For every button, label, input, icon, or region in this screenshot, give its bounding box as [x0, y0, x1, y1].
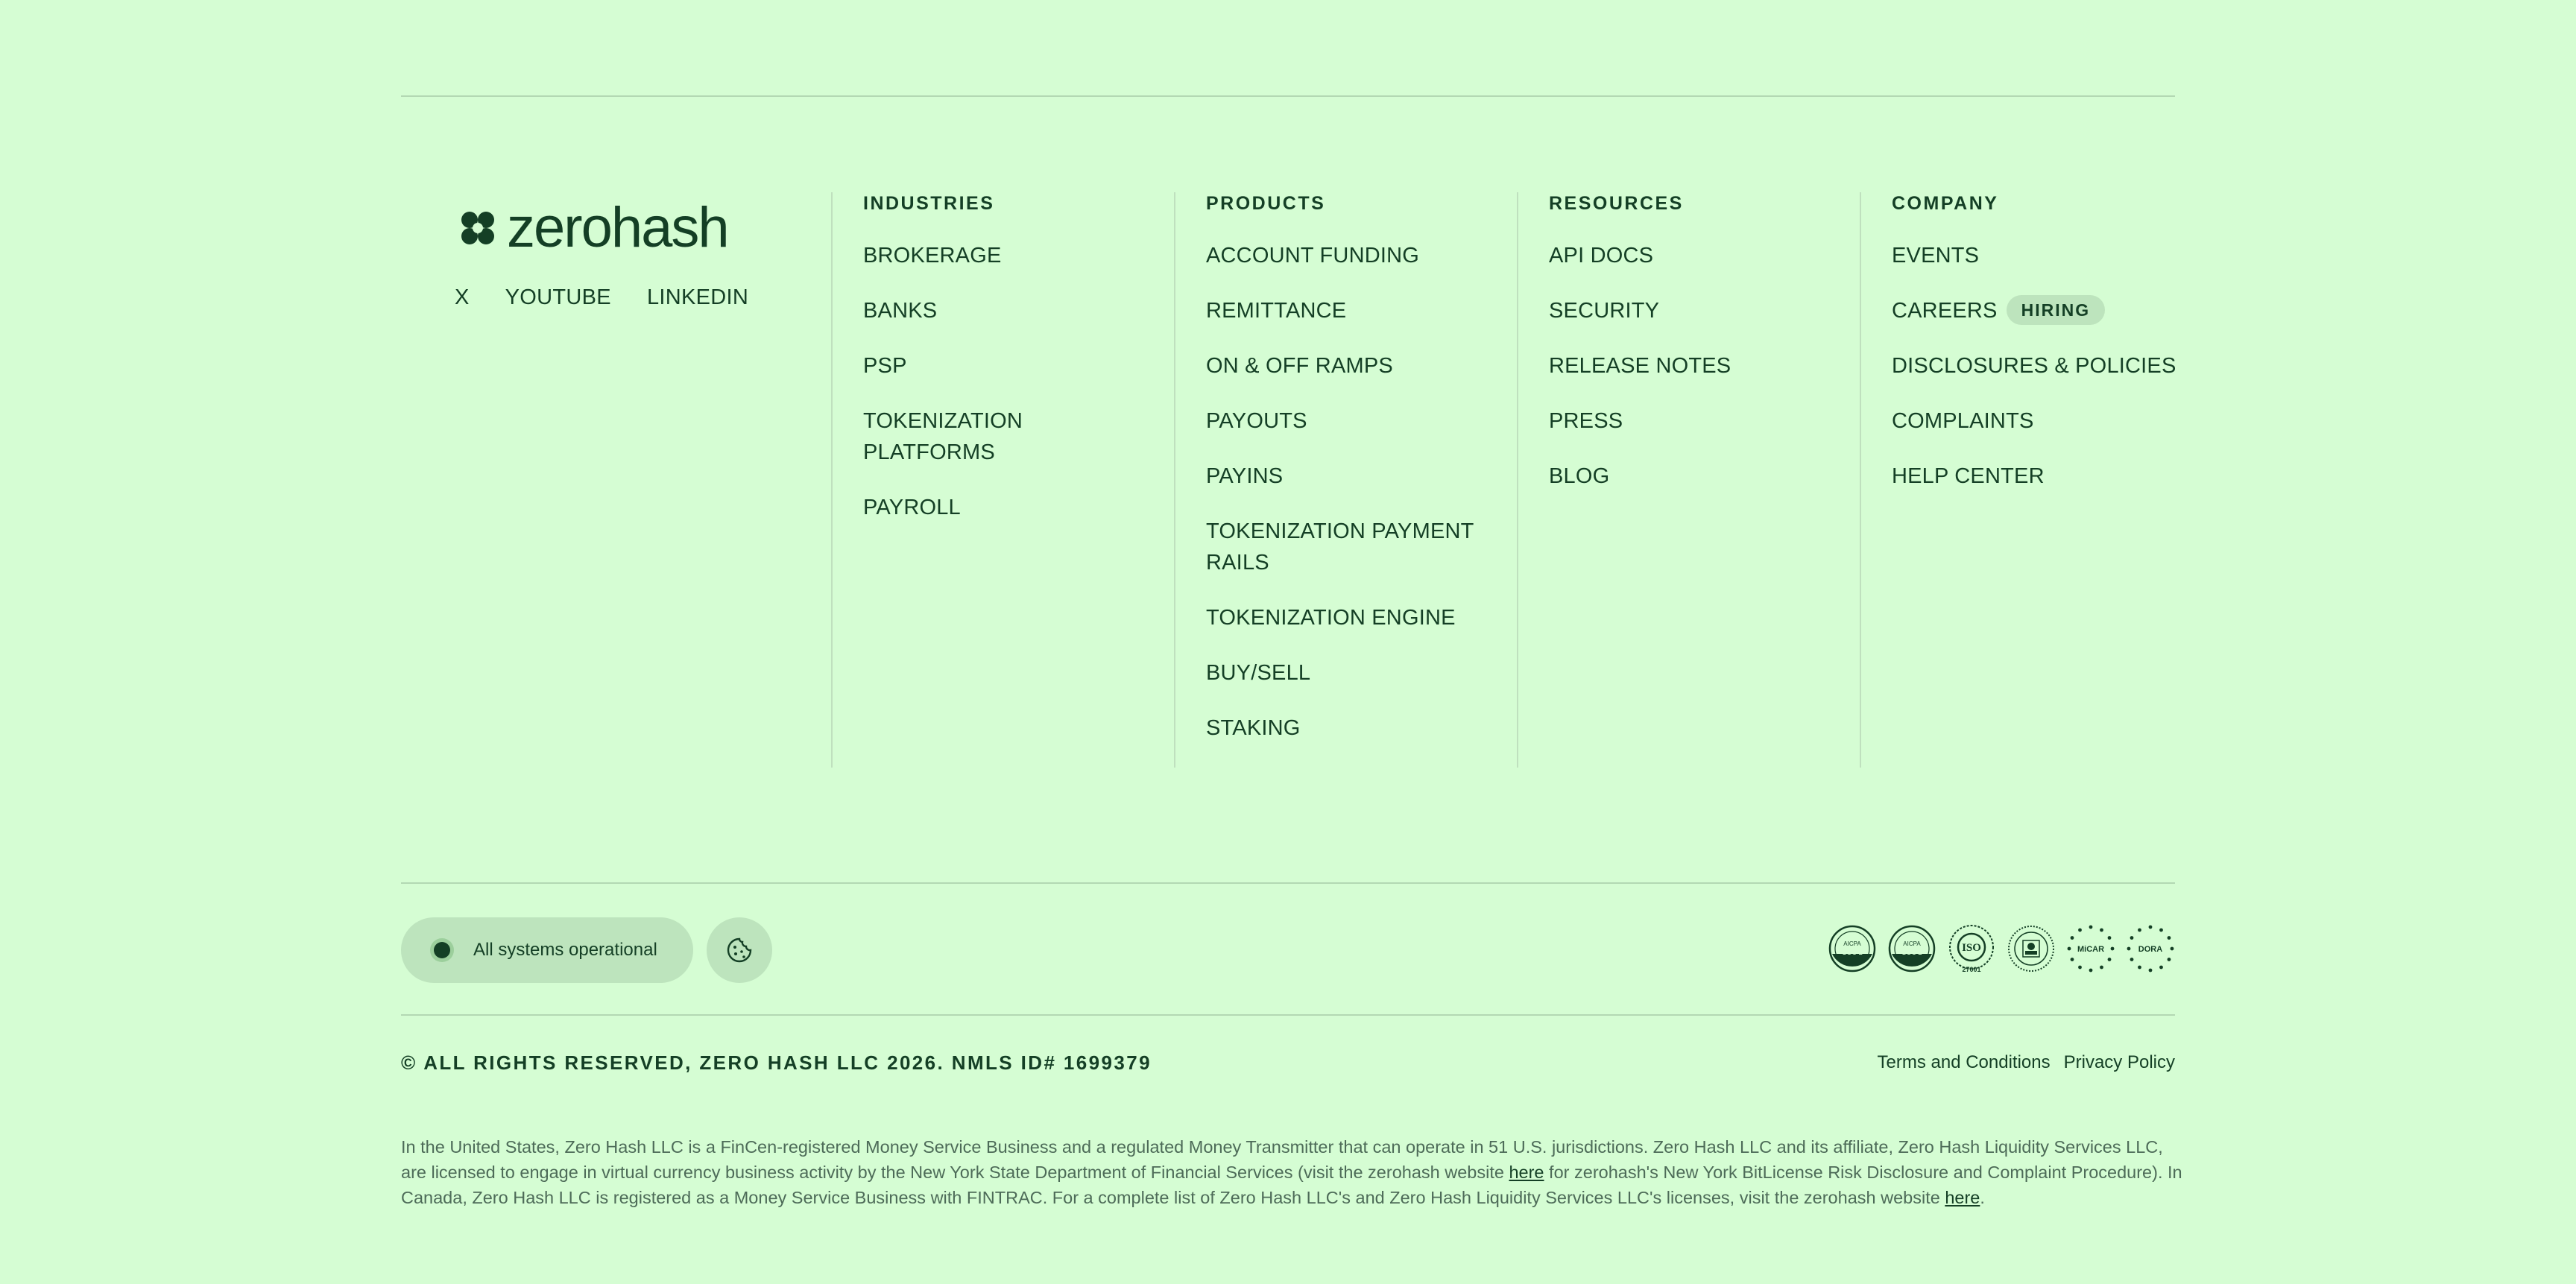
- footer-link: PAYINS: [1206, 461, 1504, 492]
- footer-link: PRESS: [1549, 405, 1847, 437]
- footer-link: REMITTANCE: [1206, 295, 1504, 326]
- industries-column: INDUSTRIES BROKERAGE BANKS PSP TOKENIZAT…: [831, 192, 1174, 768]
- footer-link: STAKING: [1206, 712, 1504, 744]
- middle-divider: [401, 882, 2175, 884]
- footer-link: API DOCS: [1549, 240, 1847, 271]
- footer-link: PAYROLL: [863, 492, 1161, 523]
- footer-link: TOKENIZATION PAYMENT RAILS: [1206, 516, 1489, 578]
- svg-text:MiCAR: MiCAR: [2077, 945, 2104, 954]
- company-events-link[interactable]: EVENTS: [1892, 244, 1979, 268]
- social-youtube-link[interactable]: YOUTUBE: [505, 285, 611, 310]
- footer-link: TOKENIZATION PLATFORMS: [863, 405, 1042, 468]
- footer-link: BANKS: [863, 295, 1161, 326]
- legal-links: Terms and Conditions Privacy Policy: [1878, 1052, 2176, 1073]
- brand-name: zerohash: [507, 196, 730, 259]
- nys-seal-icon: [2007, 923, 2056, 975]
- industries-banks-link[interactable]: BANKS: [863, 299, 937, 323]
- hiring-badge: HIRING: [2006, 295, 2106, 325]
- svg-text:27001: 27001: [1962, 966, 1980, 973]
- social-links: X YOUTUBE LINKEDIN: [455, 285, 748, 310]
- column-heading: PRODUCTS: [1206, 193, 1326, 214]
- footer-link: PSP: [863, 350, 1161, 382]
- footer-link: EVENTS: [1892, 240, 2190, 271]
- status-label: All systems operational: [473, 940, 657, 960]
- industries-tokenization-platforms-link[interactable]: TOKENIZATION PLATFORMS: [863, 409, 1023, 464]
- soc1-badge-icon: AICPA SOC 1: [1828, 923, 1877, 975]
- products-tokenization-engine-link[interactable]: TOKENIZATION ENGINE: [1206, 606, 1456, 630]
- footer-link: RELEASE NOTES: [1549, 350, 1847, 382]
- company-complaints-link[interactable]: COMPLAINTS: [1892, 409, 2034, 433]
- footer-link: ON & OFF RAMPS: [1206, 350, 1504, 382]
- resources-release-notes-link[interactable]: RELEASE NOTES: [1549, 354, 1731, 378]
- social-x-link[interactable]: X: [455, 285, 470, 310]
- licenses-link[interactable]: here: [1945, 1188, 1980, 1207]
- footer-link: DISCLOSURES & POLICIES: [1892, 350, 2203, 382]
- bottom-divider: [401, 1014, 2175, 1016]
- svg-text:DORA: DORA: [2138, 945, 2162, 954]
- svg-text:SOC 1: SOC 1: [1842, 949, 1862, 956]
- company-careers-link[interactable]: CAREERS: [1892, 299, 1998, 323]
- cookie-settings-button[interactable]: [707, 917, 772, 983]
- system-status-button[interactable]: All systems operational: [401, 917, 693, 983]
- footer-link: SECURITY: [1549, 295, 1847, 326]
- company-help-center-link[interactable]: HELP CENTER: [1892, 464, 2045, 488]
- terms-link[interactable]: Terms and Conditions: [1878, 1052, 2051, 1073]
- privacy-link[interactable]: Privacy Policy: [2064, 1052, 2175, 1073]
- products-remittance-link[interactable]: REMITTANCE: [1206, 299, 1346, 323]
- footer-link: PAYOUTS: [1206, 405, 1504, 437]
- brand-logo[interactable]: zerohash: [459, 196, 730, 259]
- company-column: COMPANY EVENTS CAREERS HIRING DISCLOSURES…: [1860, 192, 2203, 768]
- column-heading: INDUSTRIES: [863, 193, 995, 214]
- products-payins-link[interactable]: PAYINS: [1206, 464, 1283, 488]
- company-disclosures-link[interactable]: DISCLOSURES & POLICIES: [1892, 354, 2176, 378]
- iso-27001-badge-icon: ISO 27001: [1947, 923, 1996, 975]
- soc2-badge-icon: AICPA SOC 2: [1887, 923, 1936, 975]
- resources-column: RESOURCES API DOCS SECURITY RELEASE NOTE…: [1517, 192, 1860, 768]
- column-heading: COMPANY: [1892, 193, 1999, 214]
- dora-badge-icon: DORA: [2126, 923, 2175, 975]
- svg-text:AICPA: AICPA: [1843, 940, 1861, 947]
- certification-badges: AICPA SOC 1 AICPA SOC 2 ISO 27001 MiCAR …: [1828, 923, 2175, 975]
- resources-api-docs-link[interactable]: API DOCS: [1549, 244, 1653, 268]
- zerohash-logo-icon: [461, 212, 494, 244]
- industries-brokerage-link[interactable]: BROKERAGE: [863, 244, 1002, 268]
- regulatory-disclaimer: In the United States, Zero Hash LLC is a…: [401, 1134, 2182, 1210]
- products-column: PRODUCTS ACCOUNT FUNDING REMITTANCE ON &…: [1174, 192, 1517, 768]
- resources-security-link[interactable]: SECURITY: [1549, 299, 1659, 323]
- industries-psp-link[interactable]: PSP: [863, 354, 907, 378]
- footer-link: ACCOUNT FUNDING: [1206, 240, 1504, 271]
- footer-link: COMPLAINTS: [1892, 405, 2190, 437]
- bitlicense-disclosure-link[interactable]: here: [1509, 1163, 1544, 1182]
- status-indicator-icon: [434, 942, 450, 958]
- footer-link: TOKENIZATION ENGINE: [1206, 602, 1504, 633]
- svg-text:SOC 2: SOC 2: [1901, 949, 1922, 956]
- footer-link: BLOG: [1549, 461, 1847, 492]
- products-payouts-link[interactable]: PAYOUTS: [1206, 409, 1307, 433]
- social-linkedin-link[interactable]: LINKEDIN: [647, 285, 748, 310]
- column-heading: RESOURCES: [1549, 193, 1684, 214]
- footer-link: BUY/SELL: [1206, 657, 1504, 689]
- micar-badge-icon: MiCAR: [2066, 923, 2115, 975]
- footer-nav: INDUSTRIES BROKERAGE BANKS PSP TOKENIZAT…: [831, 192, 2203, 768]
- cookie-icon: [727, 937, 752, 963]
- resources-blog-link[interactable]: BLOG: [1549, 464, 1609, 488]
- footer-link: CAREERS HIRING: [1892, 295, 2190, 326]
- products-tokenization-payment-rails-link[interactable]: TOKENIZATION PAYMENT RAILS: [1206, 519, 1474, 575]
- disclaimer-text: .: [1980, 1188, 1985, 1207]
- top-divider: [401, 95, 2175, 97]
- footer-link: BROKERAGE: [863, 240, 1161, 271]
- products-buy-sell-link[interactable]: BUY/SELL: [1206, 661, 1310, 685]
- footer-link: HELP CENTER: [1892, 461, 2190, 492]
- copyright-notice: © ALL RIGHTS RESERVED, ZERO HASH LLC 202…: [401, 1051, 1152, 1074]
- industries-payroll-link[interactable]: PAYROLL: [863, 496, 961, 519]
- svg-text:AICPA: AICPA: [1903, 940, 1921, 947]
- products-account-funding-link[interactable]: ACCOUNT FUNDING: [1206, 244, 1419, 268]
- svg-text:ISO: ISO: [1962, 942, 1981, 954]
- resources-press-link[interactable]: PRESS: [1549, 409, 1623, 433]
- products-staking-link[interactable]: STAKING: [1206, 716, 1301, 740]
- products-on-off-ramps-link[interactable]: ON & OFF RAMPS: [1206, 354, 1393, 378]
